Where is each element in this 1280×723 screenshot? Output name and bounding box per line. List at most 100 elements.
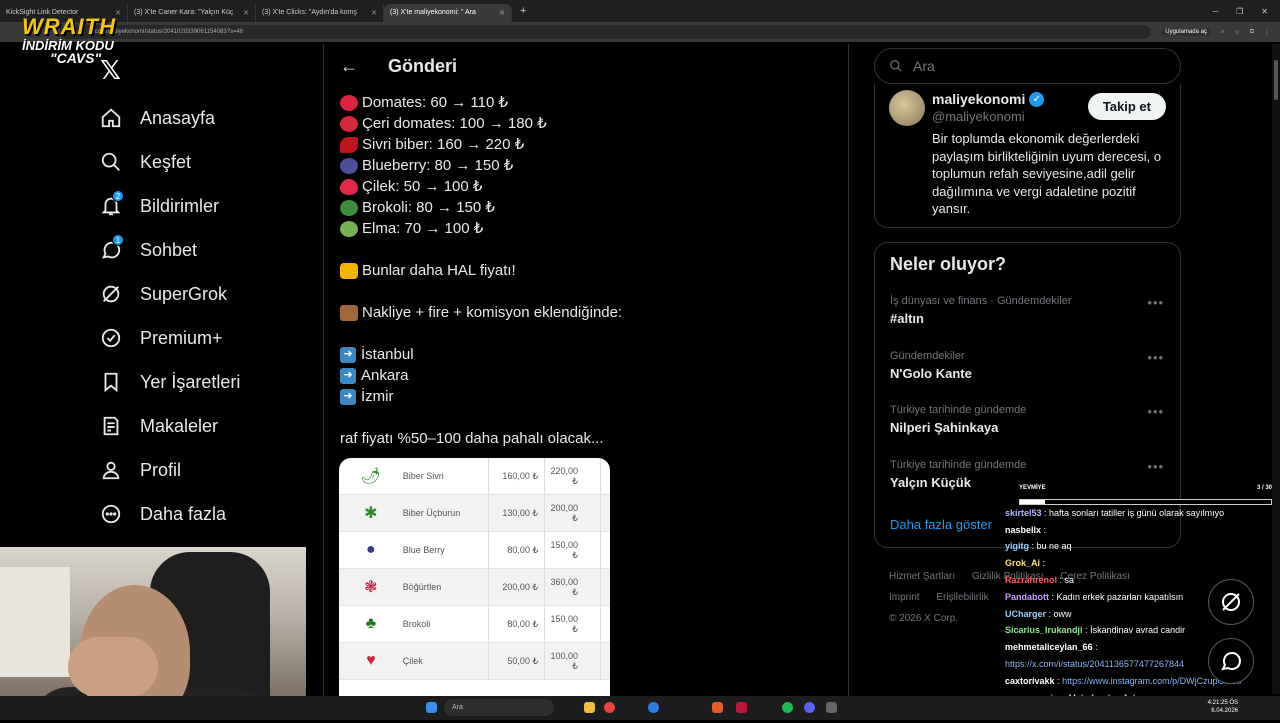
sidebar-item-notifications[interactable]: 2 Bildirimler [100,184,240,228]
close-icon[interactable]: ✕ [243,9,249,17]
broccoli-icon: ♣ [365,615,377,632]
trend-item[interactable]: Türkiye tarihinde gündemde Nilperi Şahin… [890,404,1170,435]
price-text: Brokoli: 80 → 150 ₺ [362,199,495,216]
chat-username[interactable]: Sicarius_Irukandji [1005,625,1083,635]
trends-title: Neler oluyor? [890,254,1007,274]
browser-tab-active[interactable]: (3) X'te maliyekonomi: " Ara ✕ [384,3,512,22]
more-icon [101,504,121,524]
trend-item[interactable]: İş dünyası ve finans · Gündemdekiler #al… [890,295,1170,326]
footer-link[interactable]: Hizmet Şartları [889,571,955,582]
more-options-icon[interactable]: ••• [1147,459,1164,474]
green-apple-icon [340,220,358,237]
table-row: ✱ Biber Üçburun 130,00 ₺ 200,00 ₺ [339,495,610,532]
chat-username[interactable]: yigitg [1005,541,1029,551]
chat-username[interactable]: UCharger [1005,609,1046,619]
close-icon[interactable]: ✕ [499,9,505,17]
logo-line-1: WRAITH [22,14,116,39]
grok-icon [102,285,120,303]
grok-icon [1222,593,1240,611]
sidebar-item-chat[interactable]: 1 Sohbet [100,228,240,272]
spotify-icon[interactable] [782,702,793,713]
broccoli-icon [340,199,358,216]
maximize-icon[interactable]: ❐ [1236,7,1243,16]
sidebar-item-bookmarks[interactable]: Yer İşaretleri [100,360,240,404]
copyright: © 2026 X Corp. [889,613,959,624]
edge-icon[interactable] [648,702,659,713]
open-in-app-button[interactable]: Uygulamada aç [1161,28,1211,36]
chat-text[interactable]: https://x.com/i/status/20411365774772678… [1005,659,1184,669]
extensions-icon[interactable]: ⧉ [1250,29,1254,36]
more-options-icon[interactable]: ••• [1147,350,1164,365]
minimize-icon[interactable]: ─ [1212,7,1218,16]
blueberry-icon: ● [366,541,376,558]
browser-tab[interactable]: (3) X'te Caner Kara: "Yalçın Küç ✕ [128,3,256,22]
back-arrow-icon[interactable]: ← [340,56,370,77]
sidebar-nav: Anasayfa Keşfet 2 Bildirimler 1 Sohbet S… [100,96,240,536]
page-title: Gönderi [388,55,458,76]
chat-message: Grok_Ai : [1005,558,1046,569]
taskbar-clock[interactable]: 4:21:25 ÖS 6.04.2026 [1208,699,1238,715]
old-price: 200,00 ₺ [488,569,544,605]
grok-fab-button[interactable] [1208,579,1254,625]
zoom-icon[interactable]: ⌕ [1221,29,1224,36]
sidebar-item-articles[interactable]: Makaleler [100,404,240,448]
file-explorer-icon[interactable] [584,702,595,713]
browser-tab[interactable]: (3) X'te Clicks: "Aydın'da komş ✕ [256,3,384,22]
new-tab-button[interactable]: + [512,5,534,17]
sidebar-item-supergrok[interactable]: SuperGrok [100,272,240,316]
chat-username[interactable]: Grok_Ai [1005,558,1040,568]
sidebar-item-home[interactable]: Anasayfa [100,96,240,140]
tomato-icon [340,115,358,132]
footer-link[interactable]: Imprint [889,592,920,603]
url-field[interactable]: x.com/maliyekonomi/status/20410203390611… [60,25,1152,39]
chat-username[interactable]: mehmetaliceylan_66 [1005,642,1093,652]
close-window-icon[interactable]: ✕ [1261,7,1268,16]
trend-item[interactable]: Gündemdekiler N'Golo Kante ••• [890,350,1170,381]
show-more-link[interactable]: Daha fazla göster [890,517,992,532]
chat-username[interactable]: Pandabott [1005,592,1049,602]
more-options-icon[interactable]: ••• [1147,295,1164,310]
app-icon[interactable] [712,702,723,713]
webcam-background [0,567,70,677]
profile-handle[interactable]: @maliyekonomi [932,109,1025,124]
chat-text: bu ne aq [1036,541,1072,552]
discord-icon[interactable] [804,702,815,713]
chat-username[interactable]: nasbellx [1005,525,1041,535]
window-controls: ─ ❐ ✕ [1212,7,1280,16]
avatar[interactable] [889,90,925,126]
more-options-icon[interactable]: ••• [1147,404,1164,419]
chat-username[interactable]: caxtorivakk [1005,676,1055,686]
post-image-price-table[interactable]: 🌶 Biber Sivri 160,00 ₺ 220,00 ₺ ✱ Biber Üçbu… [339,458,610,720]
table-row: ● Blue Berry 80,00 ₺ 150,00 ₺ [339,532,610,569]
chat-username[interactable]: Razrahrenol [1005,575,1057,585]
price-line: Elma: 70 → 100 ₺ [340,218,848,239]
app-icon[interactable] [736,702,747,713]
sidebar-item-label: Profil [140,459,182,480]
menu-icon[interactable]: ⋮ [1264,29,1270,36]
app-icon[interactable] [826,702,837,713]
x-logo-icon[interactable]: 𝕏 [100,55,121,86]
windows-start-icon[interactable] [426,702,437,713]
sidebar-item-premium[interactable]: Premium+ [100,316,240,360]
strawberry-icon: ♥ [366,652,376,669]
profile-name[interactable]: maliyekonomi ✓ [932,91,1045,107]
follow-button[interactable]: Takip et [1087,93,1166,120]
close-icon[interactable]: ✕ [371,9,377,17]
chrome-icon[interactable] [604,702,615,713]
chat-goal-header: YEVMİYE 3 / 30 [1005,478,1275,497]
taskbar-search[interactable]: Ara [444,699,554,716]
sidebar-item-more[interactable]: Daha fazla [100,492,240,536]
messages-fab-button[interactable] [1208,638,1254,684]
search-input[interactable]: Ara [874,48,1181,84]
profile-bio: Bir toplumda ekonomik değerlerdeki payla… [932,131,1162,216]
chat-text: İskandinav avrad candir [1090,625,1186,636]
browser-tab-bar: KickSight Link Detector ✕ (3) X'te Caner … [0,0,1280,22]
star-icon[interactable]: ☆ [1234,29,1239,36]
footer-link[interactable]: Erişilebilirlik [936,592,988,603]
price-text: Çilek: 50 → 100 ₺ [362,178,483,195]
price-line: Brokoli: 80 → 150 ₺ [340,197,848,218]
chat-username[interactable]: skirtel53 [1005,508,1042,518]
sidebar-item-profile[interactable]: Profil [100,448,240,492]
scrollbar-thumb[interactable] [1274,60,1278,100]
sidebar-item-explore[interactable]: Keşfet [100,140,240,184]
